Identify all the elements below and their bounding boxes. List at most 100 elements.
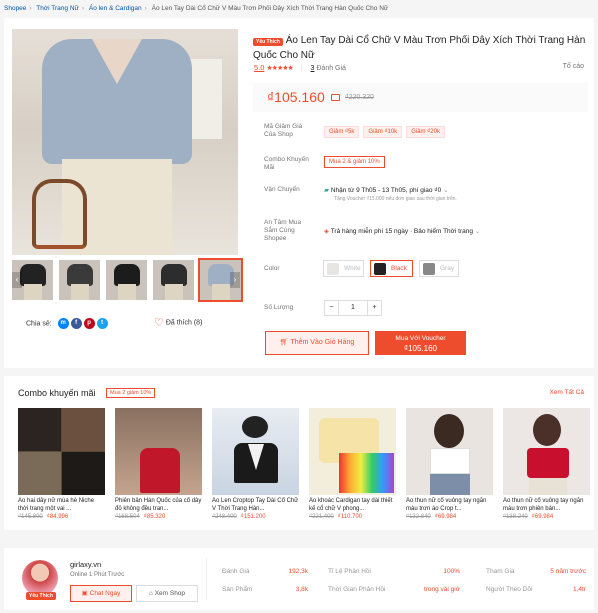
combo-item-price-row: ₫138.240 ₫69.984 — [503, 514, 590, 520]
facebook-icon[interactable]: f — [70, 318, 82, 329]
chat-icon: ▣ — [81, 590, 88, 597]
shipping-info[interactable]: ▰ Nhận từ 9 Th05 - 13 Th05, phí giao ₫0 … — [324, 186, 524, 202]
combo-item-price-row: ₫168.504 ₫85.320 — [115, 514, 202, 520]
shipping-label: Vận Chuyển — [264, 186, 300, 193]
chevron-left-icon[interactable]: ‹ — [12, 272, 22, 288]
chevron-right-icon[interactable]: › — [230, 272, 240, 288]
heart-icon[interactable]: ♡ — [154, 317, 164, 329]
product-title-text: Áo Len Tay Dài Cổ Chữ V Màu Trơn Phối Dâ… — [253, 35, 586, 61]
quantity-input[interactable]: 1 — [339, 301, 367, 315]
shipping-line2: Tặng Voucher ₫15.000 nếu đơn giao sau th… — [334, 196, 457, 202]
combo-item-old-price: ₫221.400 — [309, 514, 334, 520]
combo-item[interactable]: Áo hai dây nữ mùa hè Niche thời trang mộ… — [18, 408, 105, 520]
report-link[interactable]: Tố cáo — [563, 63, 584, 70]
combo-chip[interactable]: Mua 2 & giảm 10% — [324, 156, 385, 168]
minus-button[interactable]: − — [325, 301, 339, 315]
shop-stat: Tham Gia 5 năm trước — [486, 568, 586, 575]
color-label: Color — [264, 265, 280, 272]
avatar[interactable] — [22, 560, 58, 596]
shop-stat-value: 3,8k — [295, 586, 308, 593]
shop-stat-value: 192,3k — [288, 568, 308, 575]
voucher-list: Giảm ₫5k Giảm ₫10k Giảm ₫20k — [324, 126, 449, 138]
old-price: ₫220.320 — [345, 94, 374, 101]
shield-icon: ◈ — [324, 228, 329, 235]
chat-label: Chat Ngay — [89, 590, 121, 597]
secure-info[interactable]: ◈ Trả hàng miễn phí 15 ngày · Bảo hiểm T… — [324, 227, 480, 235]
breadcrumb-current: Áo Len Tay Dài Cổ Chữ V Màu Trơn Phối Dâ… — [151, 5, 389, 12]
like-row[interactable]: ♡ Đã thích (8) — [154, 316, 202, 329]
combo-item-price-row: ₫132.840 ₫69.984 — [406, 514, 493, 520]
truck-icon: ▰ — [324, 187, 329, 194]
thumbnail-strip: ‹ › — [12, 258, 243, 302]
color-option-black[interactable]: Black — [370, 260, 413, 277]
combo-item-image — [212, 408, 299, 495]
thumbnail[interactable] — [153, 260, 194, 300]
shop-stat-label: Sản Phẩm — [222, 586, 253, 593]
reviews-count[interactable]: 3 — [311, 65, 315, 72]
view-shop-button[interactable]: ⌂ Xem Shop — [136, 585, 198, 602]
thumbnail[interactable] — [106, 260, 147, 300]
reviews-label: Đánh Giá — [316, 65, 346, 72]
color-gray-label: Gray — [440, 265, 455, 272]
shop-stat: Thời Gian Phản Hồi trong vài giờ — [328, 586, 460, 593]
divider: | — [300, 65, 303, 72]
voucher-chip[interactable]: Giảm ₫5k — [324, 126, 360, 138]
secure-label: An Tâm Mua Sắm Cùng Shopee — [264, 219, 302, 242]
twitter-icon[interactable]: t — [96, 318, 108, 329]
chevron-right-icon: › — [29, 5, 32, 12]
shop-stat-value: trong vài giờ — [423, 586, 460, 593]
shop-stat: Người Theo Dõi 1,4tr — [486, 586, 586, 593]
view-shop-label: Xem Shop — [154, 590, 186, 597]
buy-voucher-price: ₫105.160 — [403, 344, 438, 353]
color-option-gray[interactable]: Gray — [419, 260, 459, 277]
combo-item-old-price: ₫168.504 — [115, 514, 140, 520]
combo-title: Combo khuyến mãi — [18, 388, 96, 398]
divider — [206, 558, 207, 600]
combo-item[interactable]: Áo thun nữ cổ vuông tay ngắn màu trơn ph… — [503, 408, 590, 520]
combo-item[interactable]: Áo thun nữ cổ vuông tay ngắn màu trơn áo… — [406, 408, 493, 520]
add-to-cart-button[interactable]: 🛒︎ Thêm Vào Giỏ Hàng — [265, 331, 369, 355]
thumbnail[interactable] — [59, 260, 100, 300]
combo-item[interactable]: Áo khoác Cardigan tay dài thiết kế cổ ch… — [309, 408, 396, 520]
shipping-line1: Nhận từ 9 Th05 - 13 Th05, phí giao ₫0 — [330, 187, 442, 194]
combo-item-old-price: ₫248.400 — [212, 514, 237, 520]
combo-item-name: Áo hai dây nữ mùa hè Niche thời trang mộ… — [18, 498, 95, 512]
favorite-badge: Yêu Thích — [253, 38, 283, 46]
color-white-label: White — [344, 265, 361, 272]
voucher-chip[interactable]: Giảm ₫20k — [406, 126, 445, 138]
product-card: ‹ › Chia sẻ: mfpt ♡ Đã thích (8) Yêu Thí… — [4, 18, 594, 368]
breadcrumb-shopee[interactable]: Shopee — [4, 5, 26, 12]
messenger-icon[interactable]: m — [57, 318, 69, 329]
combo-item-price-row: ₫248.400 ₫151.200 — [212, 514, 299, 520]
combo-item-old-price: ₫138.240 — [503, 514, 528, 520]
combo-section: Combo khuyến mãi Mua 2 giảm 10% Xem Tất … — [4, 376, 594, 530]
rating-value[interactable]: 5.0 — [254, 63, 264, 72]
voucher-chip[interactable]: Giảm ₫10k — [363, 126, 403, 138]
product-main-image[interactable] — [12, 29, 238, 255]
combo-item-image — [406, 408, 493, 495]
shop-stat: Sản Phẩm 3,8k — [222, 586, 308, 593]
breadcrumb-category[interactable]: Thời Trang Nữ — [36, 5, 79, 12]
see-all-link[interactable]: Xem Tất Cả — [549, 389, 584, 396]
combo-item[interactable]: Áo Len Croptop Tay Dài Cổ Chữ V Thời Tra… — [212, 408, 299, 520]
buy-with-voucher-button[interactable]: Mua Với Voucher ₫105.160 — [375, 331, 466, 355]
star-icons: ★★★★★ — [266, 65, 293, 72]
combo-item-name: Áo thun nữ cổ vuông tay ngắn màu trơn ph… — [503, 498, 584, 512]
combo-item-price-row: ₫145.800 ₫84.996 — [18, 514, 105, 520]
color-option-white[interactable]: White — [323, 260, 364, 277]
voucher-label: Mã Giảm Giá Của Shop — [264, 123, 303, 138]
shop-stat-label: Tỉ Lệ Phản Hồi — [328, 568, 371, 575]
chat-button[interactable]: ▣ Chat Ngay — [70, 585, 132, 602]
combo-item-price: ₫85.320 — [143, 514, 166, 520]
plus-button[interactable]: + — [367, 301, 381, 315]
combo-item-name: Áo khoác Cardigan tay dài thiết kế cổ ch… — [309, 498, 393, 512]
combo-item-image — [503, 408, 590, 495]
combo-item-name: Áo Len Croptop Tay Dài Cổ Chữ V Thời Tra… — [212, 498, 299, 512]
breadcrumb: Shopee › Thời Trang Nữ › Áo len & Cardigan… — [4, 5, 388, 12]
breadcrumb-subcategory[interactable]: Áo len & Cardigan — [89, 5, 142, 12]
pinterest-icon[interactable]: p — [83, 318, 95, 329]
combo-item-price: ₫69.984 — [434, 514, 457, 520]
shop-stat-value: 5 năm trước — [550, 568, 586, 575]
shop-stat-label: Tham Gia — [486, 568, 515, 575]
combo-item[interactable]: Phiên bản Hàn Quốc của cổ dây đỏ không đ… — [115, 408, 202, 520]
